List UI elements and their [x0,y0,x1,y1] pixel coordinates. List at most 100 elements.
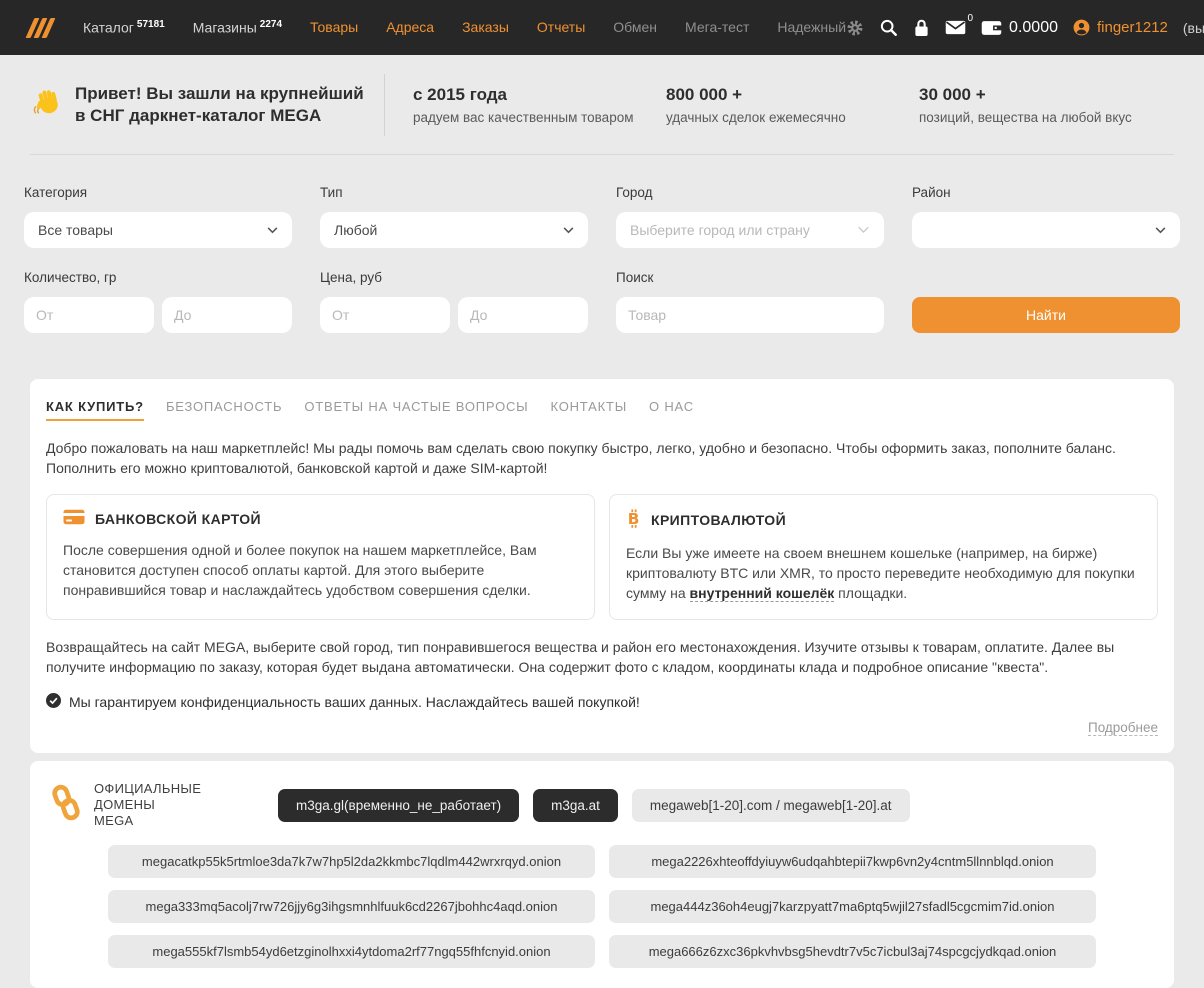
intro-paragraph: Добро пожаловать на наш маркетплейс! Мы … [46,438,1158,478]
guarantee-text: Мы гарантируем конфиденциальность ваших … [69,694,640,710]
more-link[interactable]: Подробнее [1088,720,1158,736]
nav-item-2[interactable]: Магазины2274 [193,19,282,36]
product-search-input[interactable] [616,297,884,333]
hero-stat-1: с 2015 года радуем вас качественным това… [413,85,666,125]
search-icon[interactable] [879,18,898,37]
onion-domain-pill-1[interactable]: megacatkp55k5rtmloe3da7k7w7hp5l2da2kkmbc… [108,845,595,878]
onion-domain-pill-4[interactable]: mega444z36oh4eugj7karzpyatt7ma6ptq5wjil2… [609,890,1096,923]
mail-count-badge: 0 [967,13,973,24]
domains-title: ОФИЦИАЛЬНЫЕ ДОМЕНЫ MEGA [94,781,266,829]
outro-paragraph: Возвращайтесь на сайт MEGA, выберите сво… [46,637,1158,677]
wallet-icon [981,20,1002,36]
chevron-down-icon [563,227,574,234]
balance-value: 0.0000 [1009,19,1058,37]
quantity-to-input[interactable] [162,297,292,333]
nav-item-1[interactable]: Каталог57181 [83,19,165,36]
price-from-input[interactable] [320,297,450,333]
nav-item-6[interactable]: Отчеты [537,19,585,35]
city-filter: Город Выберите город или страну [616,185,884,248]
price-label: Цена, руб [320,270,588,285]
quantity-label: Количество, гр [24,270,292,285]
nav-links: Каталог57181 Магазины2274 Товары Адреса Зака… [83,19,846,36]
clearnet-domain-pill-2[interactable]: m3ga.at [533,789,618,822]
category-select[interactable]: Все товары [24,212,292,248]
search-label: Поиск [616,270,884,285]
category-filter: Категория Все товары [24,185,292,248]
clearnet-domain-pill-1[interactable]: m3ga.gl(временно_не_работает) [278,789,519,822]
mail-icon[interactable]: 0 [945,20,966,35]
bank-card-info: БАНКОВСКОЙ КАРТОЙ После совершения одной… [46,494,595,620]
guarantee-line: Мы гарантируем конфиденциальность ваших … [46,693,1158,711]
check-circle-icon [46,693,61,711]
bitcoin-icon: B [626,509,641,531]
onion-domain-pill-2[interactable]: mega2226xhteoffdyiuyw6udqahbtepii7kwp6vn… [609,845,1096,878]
nav-item-8[interactable]: Мега-тест [685,19,749,35]
username: finger1212 [1097,19,1168,36]
domains-panel: ОФИЦИАЛЬНЫЕ ДОМЕНЫ MEGA m3ga.gl(временно… [30,761,1174,988]
type-select[interactable]: Любой [320,212,588,248]
mega-logo-icon[interactable] [30,18,51,38]
find-button[interactable]: Найти [912,297,1180,333]
welcome-heading: Привет! Вы зашли на крупнейший в СНГ дар… [75,83,364,127]
tab-4[interactable]: КОНТАКТЫ [550,399,627,421]
search-filter: Поиск [616,270,884,333]
clearnet-domains: m3ga.gl(временно_не_работает) m3ga.at mega… [278,789,910,822]
chevron-down-icon [857,226,870,234]
type-label: Тип [320,185,588,200]
nav-item-4[interactable]: Адреса [386,19,434,35]
tab-1[interactable]: КАК КУПИТЬ? [46,399,144,421]
welcome-block: Привет! Вы зашли на крупнейший в СНГ дар… [32,83,384,127]
type-filter: Тип Любой [320,185,588,248]
nav-item-3[interactable]: Товары [310,19,358,35]
user-icon [1073,19,1090,36]
onion-domain-pill-5[interactable]: mega555kf7lsmb54yd6etzginolhxxi4ytdoma2r… [108,935,595,968]
chevron-down-icon [1155,227,1166,234]
nav-item-9[interactable]: Надежный [777,19,846,35]
logout-link[interactable]: (выход) [1183,20,1204,36]
price-filter: Цена, руб [320,270,588,333]
svg-text:B: B [628,510,640,528]
chevron-down-icon [267,227,278,234]
hero-divider [384,74,385,136]
quantity-from-input[interactable] [24,297,154,333]
nav-item-5[interactable]: Заказы [462,19,509,35]
waving-hand-icon [32,87,63,123]
hero-stat-3: 30 000 + позиций, вещества на любой вкус [919,85,1172,125]
category-label: Категория [24,185,292,200]
hero-strip: Привет! Вы зашли на крупнейший в СНГ дар… [0,55,1204,154]
district-label: Район [912,185,1180,200]
clearnet-domain-pill-3[interactable]: megaweb[1-20].com / megaweb[1-20].at [632,789,910,822]
crypto-card-text: Если Вы уже имеете на своем внешнем коше… [626,543,1141,603]
crypto-card-info: B КРИПТОВАЛЮТОЙ Если Вы уже имеете на св… [609,494,1158,620]
submit-col: Найти [912,270,1180,333]
info-tabs: КАК КУПИТЬ? БЕЗОПАСНОСТЬ ОТВЕТЫ НА ЧАСТЫЕ … [46,395,1158,421]
district-filter: Район [912,185,1180,248]
tab-5[interactable]: О НАС [649,399,694,421]
city-select[interactable]: Выберите город или страну [616,212,884,248]
city-label: Город [616,185,884,200]
nav-right: 0 0.0000 finger1212 (выход) [846,18,1204,37]
internal-wallet-link[interactable]: внутренний кошелёк [690,585,835,602]
chain-link-icon [50,784,82,827]
hero-stats: с 2015 года радуем вас качественным това… [413,85,1172,125]
price-to-input[interactable] [458,297,588,333]
onion-domain-pill-6[interactable]: mega666z6zxc36pkvhvbsg5hevdtr7v5c7icbul3… [609,935,1096,968]
onion-domain-pill-3[interactable]: mega333mq5acolj7rw726jjy6g3ihgsmnhlfuuk6… [108,890,595,923]
filter-section: Категория Все товары Тип Любой Город Выб… [0,155,1204,333]
onion-domains: megacatkp55k5rtmloe3da7k7w7hp5l2da2kkmbc… [50,845,1154,968]
top-navbar: Каталог57181 Магазины2274 Товары Адреса Зака… [0,0,1204,55]
bank-card-title: БАНКОВСКОЙ КАРТОЙ [95,511,261,527]
lock-icon[interactable] [913,18,930,37]
credit-card-icon [63,509,85,528]
quantity-filter: Количество, гр [24,270,292,333]
tab-2[interactable]: БЕЗОПАСНОСТЬ [166,399,282,421]
tab-3[interactable]: ОТВЕТЫ НА ЧАСТЫЕ ВОПРОСЫ [304,399,528,421]
crypto-card-title: КРИПТОВАЛЮТОЙ [651,512,786,528]
user-menu[interactable]: finger1212 [1073,19,1168,36]
info-panel: КАК КУПИТЬ? БЕЗОПАСНОСТЬ ОТВЕТЫ НА ЧАСТЫЕ … [30,379,1174,753]
gear-icon[interactable] [846,19,864,37]
hero-stat-2: 800 000 + удачных сделок ежемесячно [666,85,919,125]
district-select[interactable] [912,212,1180,248]
nav-item-7[interactable]: Обмен [613,19,657,35]
wallet-balance[interactable]: 0.0000 [981,19,1058,37]
